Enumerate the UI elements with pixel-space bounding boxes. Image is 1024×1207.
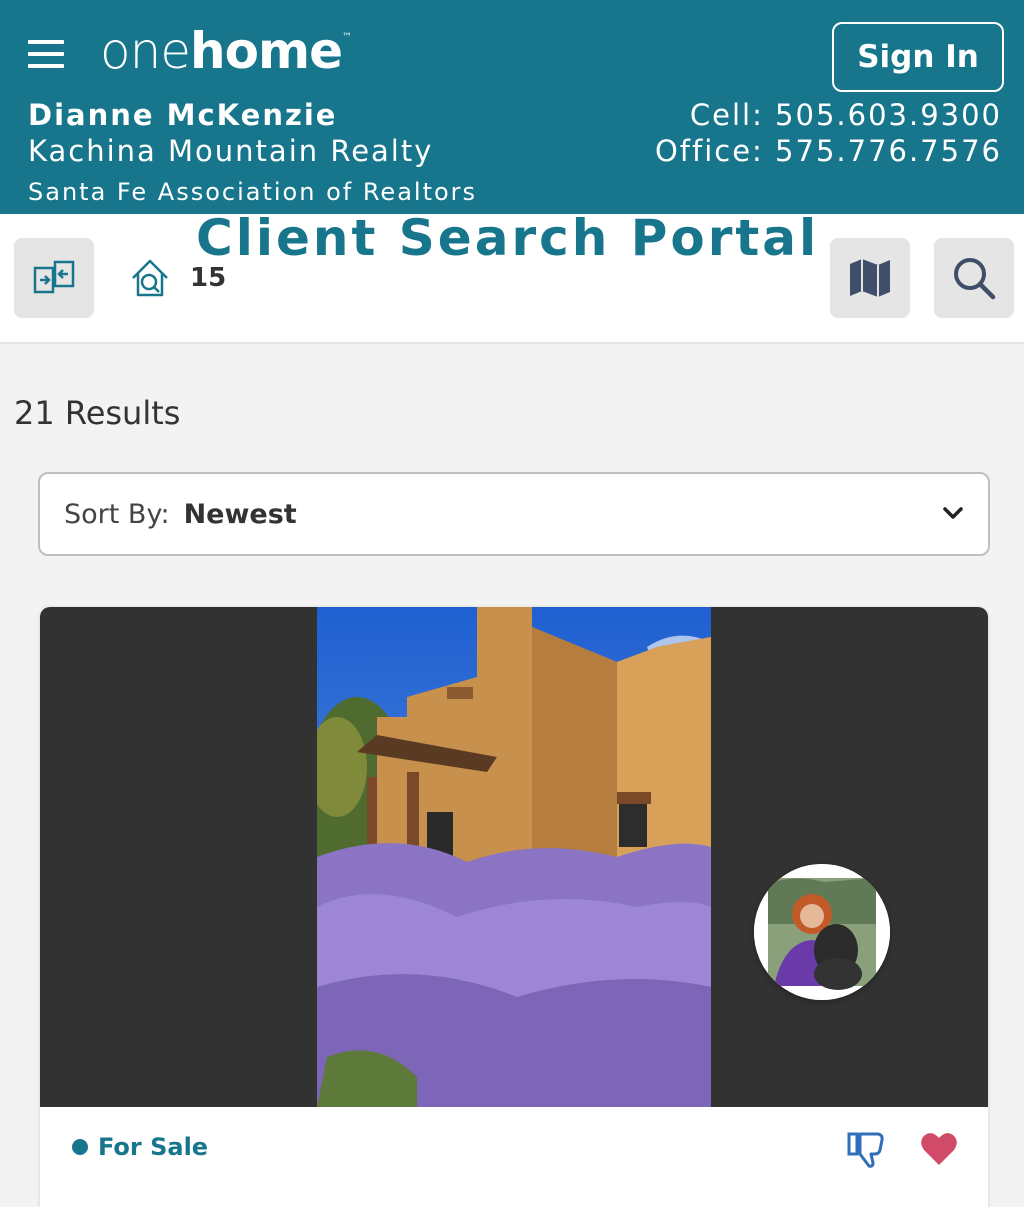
- listing-card[interactable]: For Sale: [40, 607, 988, 1207]
- listing-photo[interactable]: [317, 607, 711, 1107]
- agent-company: Kachina Mountain Realty: [28, 134, 434, 168]
- sort-label: Sort By:: [64, 498, 170, 530]
- onehome-logo[interactable]: onehome™: [100, 22, 352, 80]
- agent-cell-phone[interactable]: Cell: 505.603.9300: [690, 98, 1002, 132]
- sign-in-button[interactable]: Sign In: [832, 22, 1004, 92]
- heart-favorite-icon[interactable]: [920, 1131, 958, 1167]
- results-count: 21 Results: [14, 394, 181, 432]
- agent-office-phone[interactable]: Office: 575.776.7576: [655, 134, 1002, 168]
- search-icon: [954, 258, 996, 300]
- chevron-down-icon: [943, 507, 963, 519]
- listing-media: [40, 607, 988, 1107]
- status-label: For Sale: [98, 1133, 209, 1161]
- saved-homes-counter[interactable]: 15: [128, 256, 226, 300]
- agent-photo: [754, 864, 890, 1000]
- compare-icon: [33, 260, 75, 294]
- listing-status: For Sale: [72, 1133, 208, 1161]
- sort-value: Newest: [183, 498, 297, 530]
- agent-name: Dianne McKenzie: [28, 98, 338, 132]
- home-search-icon: [132, 259, 168, 297]
- agent-avatar[interactable]: [754, 864, 890, 1000]
- portal-title: Client Search Portal: [196, 209, 820, 267]
- hamburger-menu-icon[interactable]: [28, 40, 64, 70]
- site-header: onehome™ Sign In Dianne McKenzie Kachina…: [0, 0, 1024, 214]
- map-view-button[interactable]: [830, 238, 910, 318]
- map-icon: [850, 259, 890, 297]
- search-button[interactable]: [934, 238, 1014, 318]
- agent-association: Santa Fe Association of Realtors: [28, 178, 478, 206]
- sort-dropdown[interactable]: Sort By: Newest: [38, 472, 990, 556]
- status-dot: [72, 1139, 88, 1155]
- compare-button[interactable]: [14, 238, 94, 318]
- thumbs-down-icon[interactable]: [846, 1131, 888, 1169]
- saved-homes-count: 15: [190, 263, 227, 293]
